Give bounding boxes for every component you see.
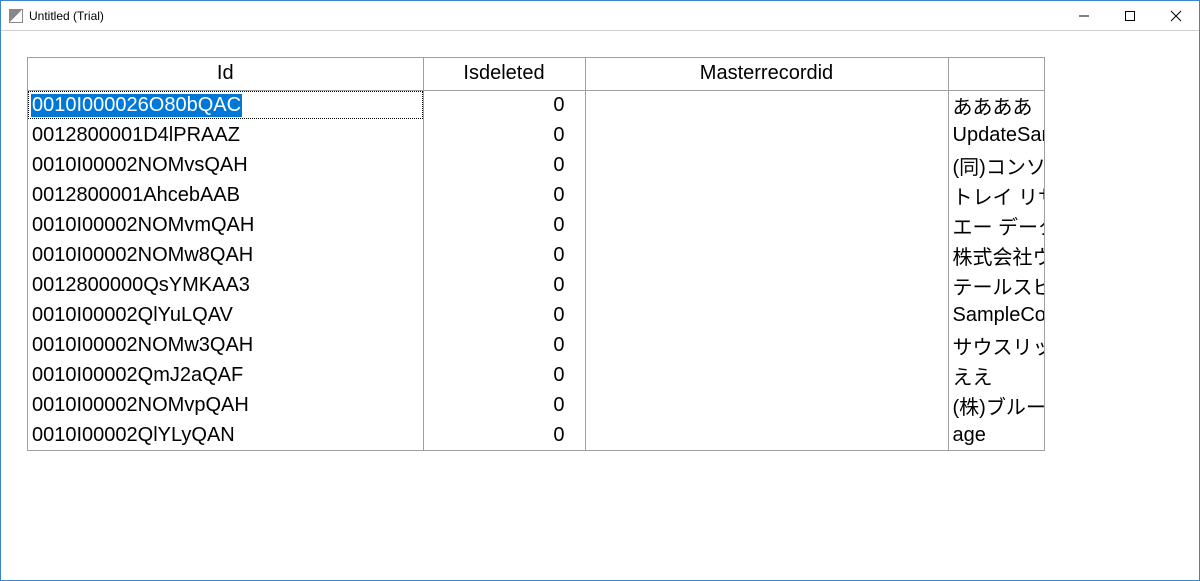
table-row[interactable]: 0010I00002NOMvsQAH 0 (同)コンソリデ <box>28 150 1045 180</box>
cell-id[interactable]: 0012800000QsYMKAA3 <box>28 270 423 300</box>
cell-isdeleted[interactable]: 0 <box>423 300 585 330</box>
table-row[interactable]: 0010I00002NOMvmQAH 0 エー データム <box>28 210 1045 240</box>
table-row[interactable]: 0010I00002NOMw8QAH 0 株式会社ウィ <box>28 240 1045 270</box>
table-row[interactable]: 0010I00002QlYuLQAV 0 SampleCom <box>28 300 1045 330</box>
cell-extra[interactable]: (同)コンソリデ <box>948 150 1045 180</box>
cell-extra[interactable]: ああああ <box>948 90 1045 120</box>
table-row[interactable]: 0010I00002NOMvpQAH 0 (株)ブルー ヤ <box>28 390 1045 420</box>
cell-master[interactable] <box>585 180 948 210</box>
cell-master[interactable] <box>585 210 948 240</box>
client-area: Id Isdeleted Masterrecordid 0010I000026O… <box>1 31 1199 580</box>
data-grid-container: Id Isdeleted Masterrecordid 0010I000026O… <box>27 57 1045 451</box>
header-isdeleted[interactable]: Isdeleted <box>423 58 585 90</box>
header-masterrecordid[interactable]: Masterrecordid <box>585 58 948 90</box>
cell-isdeleted[interactable]: 0 <box>423 360 585 390</box>
close-button[interactable] <box>1153 1 1199 30</box>
cell-extra[interactable]: 株式会社ウィ <box>948 240 1045 270</box>
table-row[interactable]: 0012800000QsYMKAA3 0 テールスピン <box>28 270 1045 300</box>
cell-isdeleted[interactable]: 0 <box>423 390 585 420</box>
maximize-button[interactable] <box>1107 1 1153 30</box>
cell-master[interactable] <box>585 120 948 150</box>
header-row: Id Isdeleted Masterrecordid <box>28 58 1045 90</box>
app-icon <box>9 9 23 23</box>
table-row[interactable]: 0012800001D4lPRAAZ 0 UpdateSam <box>28 120 1045 150</box>
table-row[interactable]: 0010I00002NOMw3QAH 0 サウスリッジ ビ <box>28 330 1045 360</box>
cell-master[interactable] <box>585 360 948 390</box>
cell-master[interactable] <box>585 240 948 270</box>
cell-extra[interactable]: (株)ブルー ヤ <box>948 390 1045 420</box>
titlebar[interactable]: Untitled (Trial) <box>1 1 1199 31</box>
cell-extra[interactable]: UpdateSam <box>948 120 1045 150</box>
cell-isdeleted[interactable]: 0 <box>423 420 585 450</box>
cell-id[interactable]: 0010I00002NOMw8QAH <box>28 240 423 270</box>
table-row[interactable]: 0010I00002QmJ2aQAF 0 ええ <box>28 360 1045 390</box>
cell-master[interactable] <box>585 300 948 330</box>
cell-id[interactable]: 0012800001AhcebAAB <box>28 180 423 210</box>
cell-master[interactable] <box>585 390 948 420</box>
cell-master[interactable] <box>585 90 948 120</box>
cell-id[interactable]: 0010I00002NOMvmQAH <box>28 210 423 240</box>
header-extra[interactable] <box>948 58 1045 90</box>
table-row[interactable]: 0010I00002QlYLyQAN 0 age <box>28 420 1045 450</box>
cell-isdeleted[interactable]: 0 <box>423 90 585 120</box>
cell-isdeleted[interactable]: 0 <box>423 150 585 180</box>
cell-id-selected[interactable]: 0010I000026O80bQAC <box>28 90 423 120</box>
cell-isdeleted[interactable]: 0 <box>423 330 585 360</box>
header-id[interactable]: Id <box>28 58 423 90</box>
cell-extra[interactable]: ええ <box>948 360 1045 390</box>
cell-id[interactable]: 0010I00002NOMw3QAH <box>28 330 423 360</box>
cell-id[interactable]: 0010I00002NOMvpQAH <box>28 390 423 420</box>
minimize-button[interactable] <box>1061 1 1107 30</box>
cell-isdeleted[interactable]: 0 <box>423 240 585 270</box>
cell-master[interactable] <box>585 150 948 180</box>
cell-master[interactable] <box>585 420 948 450</box>
table-row[interactable]: 0012800001AhcebAAB 0 トレイ リサーチ <box>28 180 1045 210</box>
cell-isdeleted[interactable]: 0 <box>423 270 585 300</box>
cell-extra[interactable]: サウスリッジ ビ <box>948 330 1045 360</box>
cell-extra[interactable]: トレイ リサーチ <box>948 180 1045 210</box>
cell-extra[interactable]: SampleCom <box>948 300 1045 330</box>
cell-master[interactable] <box>585 330 948 360</box>
cell-id[interactable]: 0010I00002QmJ2aQAF <box>28 360 423 390</box>
cell-extra[interactable]: エー データム <box>948 210 1045 240</box>
app-window: Untitled (Trial) Id Isdeleted Masterreco… <box>0 0 1200 581</box>
cell-id[interactable]: 0010I00002NOMvsQAH <box>28 150 423 180</box>
cell-isdeleted[interactable]: 0 <box>423 120 585 150</box>
window-title: Untitled (Trial) <box>29 9 1061 23</box>
window-controls <box>1061 1 1199 30</box>
data-grid[interactable]: Id Isdeleted Masterrecordid 0010I000026O… <box>28 58 1045 450</box>
table-row[interactable]: 0010I000026O80bQAC 0 ああああ <box>28 90 1045 120</box>
cell-id[interactable]: 0010I00002QlYuLQAV <box>28 300 423 330</box>
cell-master[interactable] <box>585 270 948 300</box>
cell-id[interactable]: 0010I00002QlYLyQAN <box>28 420 423 450</box>
cell-id[interactable]: 0012800001D4lPRAAZ <box>28 120 423 150</box>
cell-isdeleted[interactable]: 0 <box>423 210 585 240</box>
cell-extra[interactable]: age <box>948 420 1045 450</box>
cell-extra[interactable]: テールスピン <box>948 270 1045 300</box>
cell-isdeleted[interactable]: 0 <box>423 180 585 210</box>
